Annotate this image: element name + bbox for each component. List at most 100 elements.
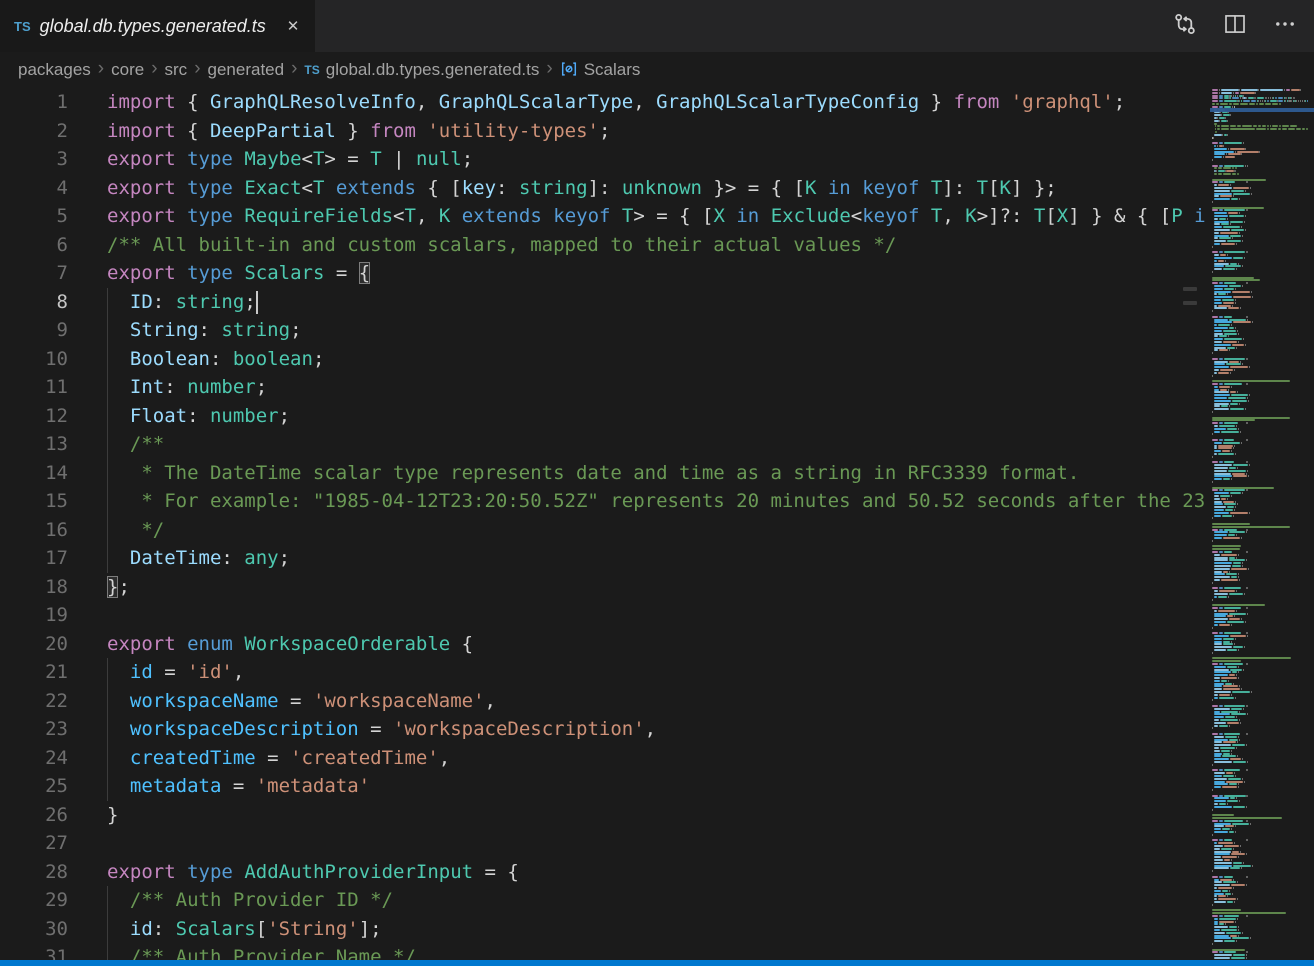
code-line[interactable]: export type AddAuthProviderInput = { xyxy=(107,858,1207,887)
code-line[interactable]: createdTime = 'createdTime', xyxy=(107,744,1207,773)
line-number[interactable]: 13 xyxy=(0,430,68,459)
line-number[interactable]: 6 xyxy=(0,231,68,260)
code-line[interactable]: */ xyxy=(107,516,1207,545)
line-number[interactable]: 15 xyxy=(0,487,68,516)
minimap-line xyxy=(1212,433,1314,435)
minimap-line xyxy=(1212,254,1314,256)
code-line[interactable]: /** All built-in and custom scalars, map… xyxy=(107,231,1207,260)
minimap[interactable] xyxy=(1210,88,1314,966)
code-line[interactable]: metadata = 'metadata' xyxy=(107,772,1207,801)
line-number[interactable]: 21 xyxy=(0,658,68,687)
tab-close-icon[interactable]: ✕ xyxy=(283,15,304,37)
line-number[interactable]: 18 xyxy=(0,573,68,602)
code-line[interactable]: import { GraphQLResolveInfo, GraphQLScal… xyxy=(107,88,1207,117)
code-line[interactable]: Int: number; xyxy=(107,373,1207,402)
code-line[interactable] xyxy=(107,601,1207,630)
typescript-file-icon: TS xyxy=(14,19,31,34)
line-number[interactable]: 24 xyxy=(0,744,68,773)
open-changes-button[interactable] xyxy=(1172,13,1198,39)
minimap-line xyxy=(1212,568,1314,570)
line-number[interactable]: 23 xyxy=(0,715,68,744)
breadcrumb-item-core[interactable]: core xyxy=(111,60,144,80)
minimap-line xyxy=(1212,814,1314,816)
code-line[interactable]: export type Maybe<T> = T | null; xyxy=(107,145,1207,174)
code-line[interactable]: export type Exact<T extends { [key: stri… xyxy=(107,174,1207,203)
minimap-line xyxy=(1212,467,1314,469)
editor-tab[interactable]: TS global.db.types.generated.ts ✕ xyxy=(0,0,315,52)
line-number[interactable]: 1 xyxy=(0,88,68,117)
minimap-line xyxy=(1212,571,1314,573)
code-line[interactable]: } xyxy=(107,801,1207,830)
minimap-line xyxy=(1212,716,1314,718)
line-number[interactable]: 28 xyxy=(0,858,68,887)
line-number[interactable]: 4 xyxy=(0,174,68,203)
code-line[interactable]: Float: number; xyxy=(107,402,1207,431)
code-line[interactable]: ID: string; xyxy=(107,288,1207,317)
code-area[interactable]: import { GraphQLResolveInfo, GraphQLScal… xyxy=(107,88,1207,966)
more-actions-button[interactable] xyxy=(1272,13,1298,39)
code-line[interactable]: /** xyxy=(107,430,1207,459)
line-number[interactable]: 3 xyxy=(0,145,68,174)
line-number[interactable]: 7 xyxy=(0,259,68,288)
minimap-line xyxy=(1212,783,1314,785)
line-number[interactable]: 20 xyxy=(0,630,68,659)
code-line[interactable]: workspaceName = 'workspaceName', xyxy=(107,687,1207,716)
breadcrumb-item-scalars[interactable]: Scalars xyxy=(560,60,641,80)
code-line[interactable]: Boolean: boolean; xyxy=(107,345,1207,374)
line-number[interactable]: 2 xyxy=(0,117,68,146)
line-number[interactable]: 12 xyxy=(0,402,68,431)
breadcrumb-item-generated[interactable]: generated xyxy=(208,60,285,80)
line-number[interactable]: 5 xyxy=(0,202,68,231)
code-line[interactable]: id: Scalars['String']; xyxy=(107,915,1207,944)
minimap-line xyxy=(1212,643,1314,645)
line-number[interactable]: 16 xyxy=(0,516,68,545)
minimap-line xyxy=(1212,257,1314,259)
minimap-line xyxy=(1212,285,1314,287)
minimap-line xyxy=(1212,901,1314,903)
minimap-line xyxy=(1212,456,1314,458)
minimap-line xyxy=(1212,181,1314,183)
code-line[interactable]: }; xyxy=(107,573,1207,602)
line-number[interactable]: 26 xyxy=(0,801,68,830)
editor-gutter[interactable]: 1234567891011121314151617181920212223242… xyxy=(0,88,68,966)
line-number[interactable]: 10 xyxy=(0,345,68,374)
line-number[interactable]: 30 xyxy=(0,915,68,944)
line-number[interactable]: 17 xyxy=(0,544,68,573)
code-line[interactable]: * The DateTime scalar type represents da… xyxy=(107,459,1207,488)
code-line[interactable]: export type Scalars = { xyxy=(107,259,1207,288)
line-number[interactable]: 27 xyxy=(0,829,68,858)
code-line[interactable]: DateTime: any; xyxy=(107,544,1207,573)
minimap-line xyxy=(1212,246,1314,248)
minimap-line xyxy=(1212,708,1314,710)
line-number[interactable]: 19 xyxy=(0,601,68,630)
breadcrumb-item-src[interactable]: src xyxy=(165,60,188,80)
minimap-line xyxy=(1212,747,1314,749)
code-line[interactable]: * For example: "1985-04-12T23:20:50.52Z"… xyxy=(107,487,1207,516)
line-number[interactable]: 25 xyxy=(0,772,68,801)
code-line[interactable]: /** Auth Provider ID */ xyxy=(107,886,1207,915)
minimap-line xyxy=(1212,495,1314,497)
code-line[interactable]: workspaceDescription = 'workspaceDescrip… xyxy=(107,715,1207,744)
minimap-line xyxy=(1212,870,1314,872)
line-number[interactable]: 8 xyxy=(0,288,68,317)
line-number[interactable]: 22 xyxy=(0,687,68,716)
breadcrumb-item-global-db-types-generated-ts[interactable]: TSglobal.db.types.generated.ts xyxy=(304,60,539,80)
code-line[interactable]: import { DeepPartial } from 'utility-typ… xyxy=(107,117,1207,146)
code-line[interactable]: id = 'id', xyxy=(107,658,1207,687)
code-line[interactable]: export type RequireFields<T, K extends k… xyxy=(107,202,1207,231)
breadcrumb-label: core xyxy=(111,60,144,80)
line-number[interactable]: 9 xyxy=(0,316,68,345)
minimap-line xyxy=(1212,229,1314,231)
code-line[interactable]: export enum WorkspaceOrderable { xyxy=(107,630,1207,659)
split-editor-button[interactable] xyxy=(1222,13,1248,39)
breadcrumb-item-packages[interactable]: packages xyxy=(18,60,91,80)
minimap-line xyxy=(1212,624,1314,626)
line-number[interactable]: 11 xyxy=(0,373,68,402)
code-line[interactable] xyxy=(107,829,1207,858)
code-line[interactable]: String: string; xyxy=(107,316,1207,345)
minimap-line xyxy=(1212,128,1314,130)
minimap-line xyxy=(1212,221,1314,223)
line-number[interactable]: 14 xyxy=(0,459,68,488)
line-number[interactable]: 29 xyxy=(0,886,68,915)
minimap-line xyxy=(1212,898,1314,900)
